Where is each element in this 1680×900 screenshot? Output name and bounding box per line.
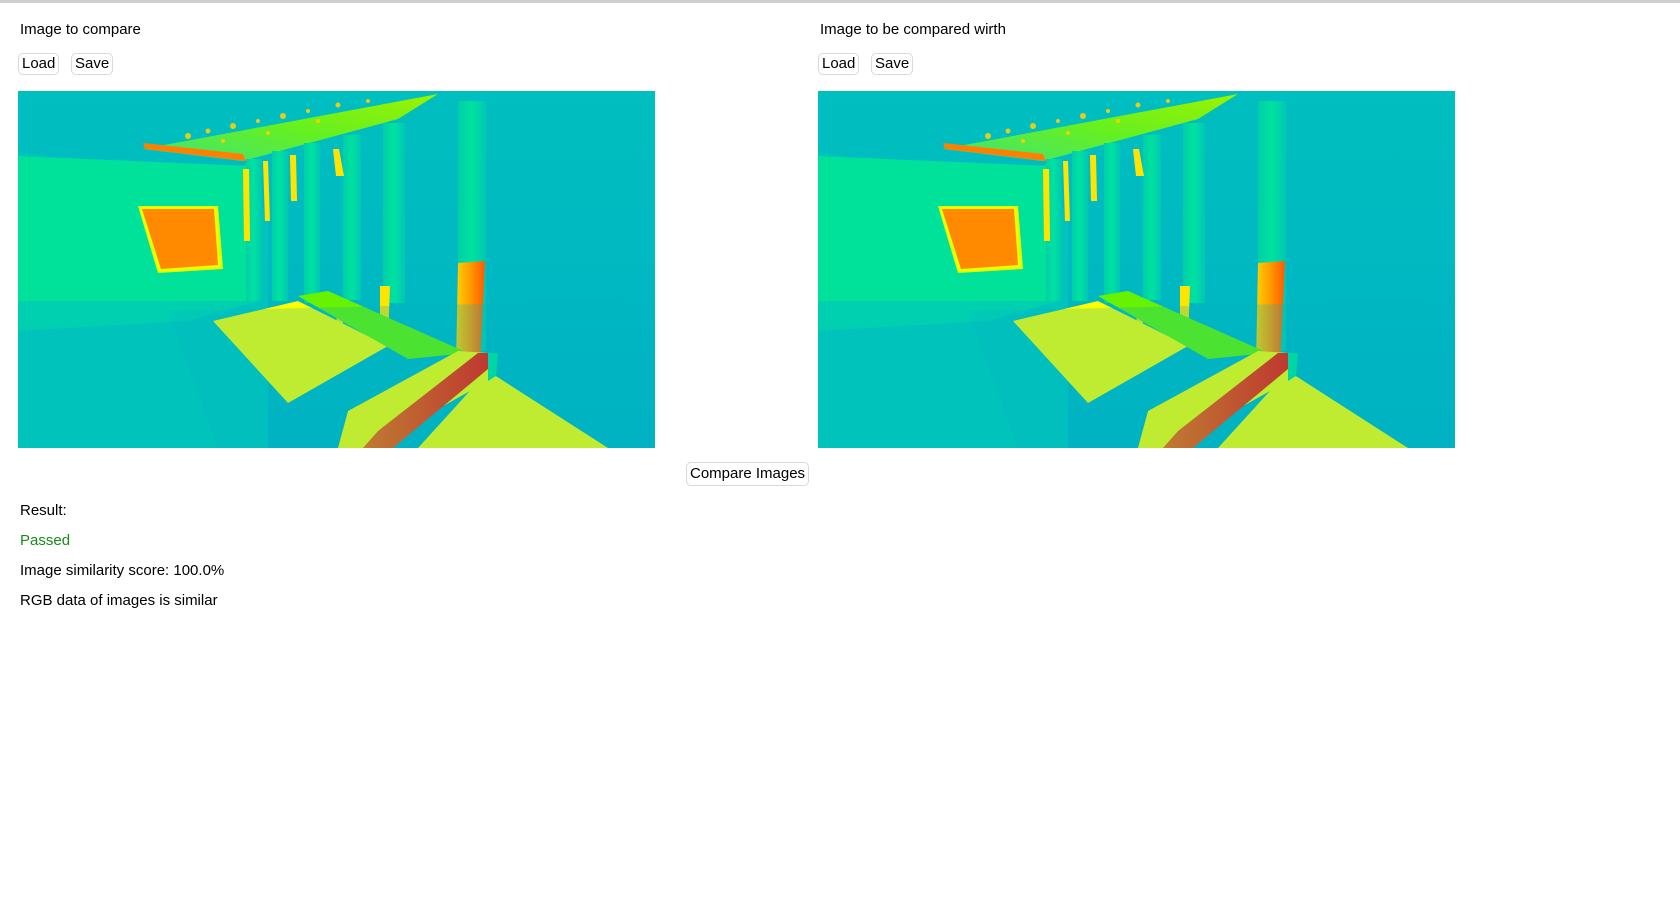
rgb-similarity-text: RGB data of images is similar [20, 592, 218, 609]
compare-images-button[interactable]: Compare Images [686, 462, 810, 486]
left-panel-title: Image to compare [20, 21, 141, 38]
result-label: Result: [20, 502, 67, 519]
left-save-button[interactable]: Save [71, 53, 114, 75]
left-image-viewport [18, 91, 655, 448]
right-load-button[interactable]: Load [818, 53, 860, 75]
right-panel-title: Image to be compared wirth [820, 21, 1006, 38]
right-save-button[interactable]: Save [871, 53, 914, 75]
right-heatmap-image [818, 91, 1455, 448]
left-heatmap-image [18, 91, 655, 448]
similarity-score-text: Image similarity score: 100.0% [20, 562, 225, 579]
left-load-button[interactable]: Load [18, 53, 60, 75]
top-border [0, 0, 1680, 3]
result-status: Passed [20, 532, 71, 549]
right-image-viewport [818, 91, 1455, 448]
